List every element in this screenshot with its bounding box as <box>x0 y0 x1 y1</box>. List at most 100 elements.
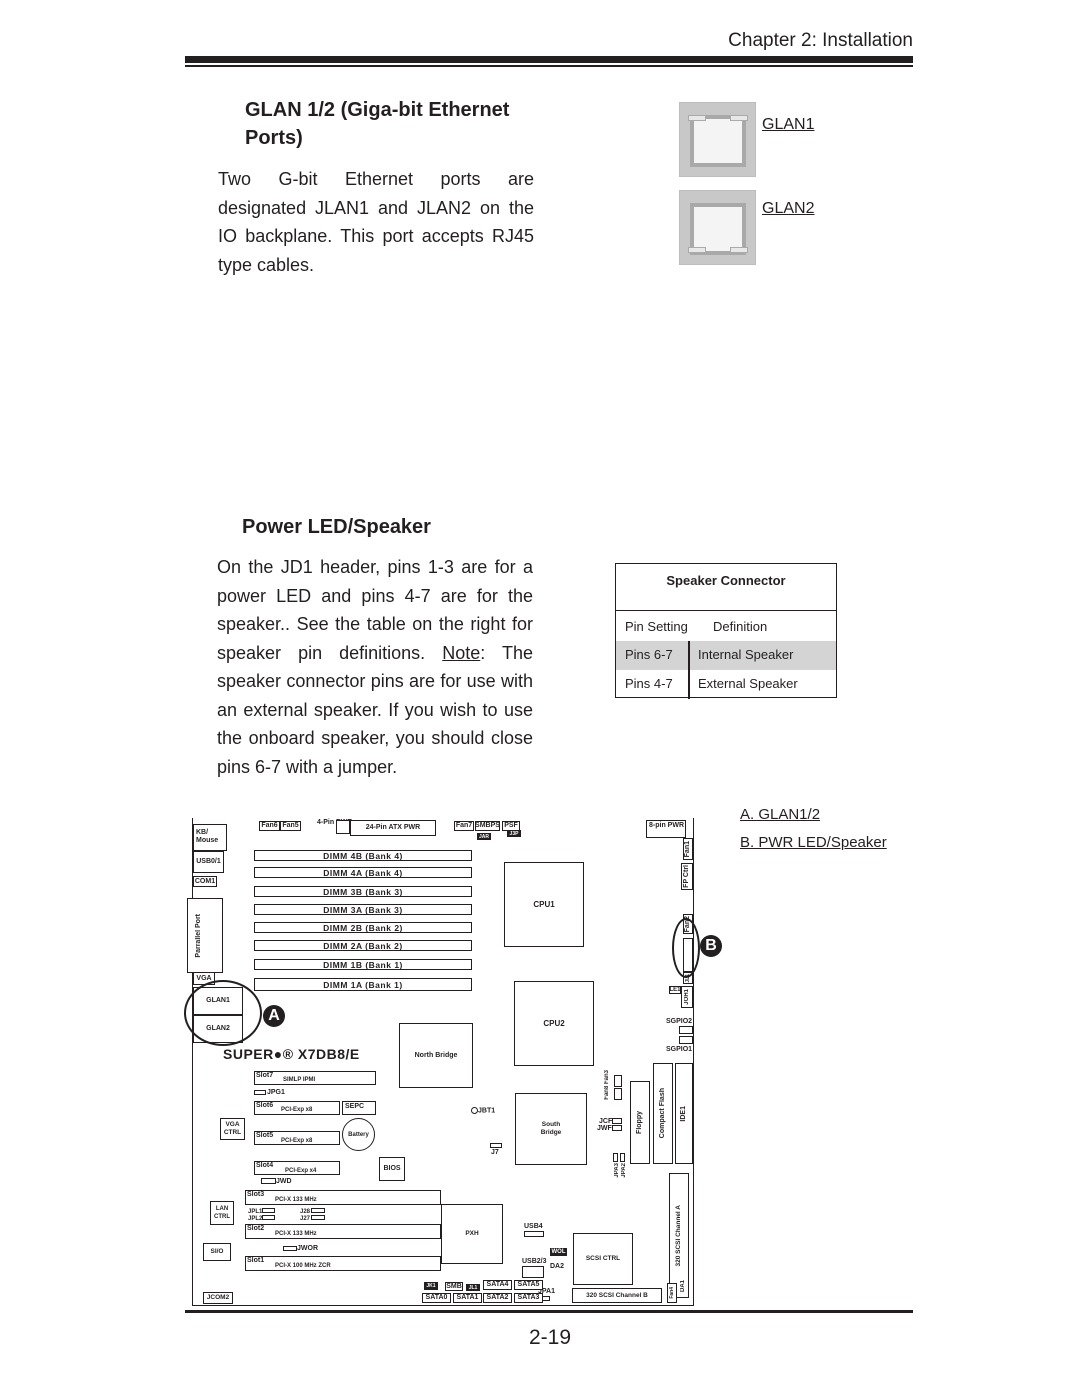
glan1-label: GLAN1 <box>762 116 815 133</box>
sata0-port: SATA0 <box>422 1293 451 1303</box>
power-section-body: On the JD1 header, pins 1-3 are for a po… <box>217 553 533 781</box>
table-header-row: Pin Setting Definition <box>616 611 836 640</box>
power-section-heading: Power LED/Speaker <box>242 516 431 538</box>
jpl2-jumper <box>262 1215 275 1220</box>
fan1-header: Fan1 <box>683 838 693 860</box>
header-pin-setting: Pin Setting <box>625 619 688 634</box>
fan8-fan3-label: Fan8 Fan3 <box>604 1070 610 1100</box>
jcom2-header: JCOM2 <box>203 1292 233 1304</box>
fan7-header: Fan7 <box>454 821 474 831</box>
j27-label: J27 <box>300 1216 311 1222</box>
scsi-channel-b-connector: 320 SCSI Channel B <box>572 1288 662 1303</box>
le1-led: LE1 <box>669 986 681 994</box>
pci-slot-6: Slot6 PCI-Exp x8 <box>254 1101 340 1115</box>
j3p-jumper: J3P <box>507 830 521 837</box>
jpa2-jumper <box>620 1153 625 1162</box>
glan2-label: GLAN2 <box>762 200 815 217</box>
smb-header: SMB <box>445 1282 463 1291</box>
sata5-port: SATA5 <box>514 1280 543 1290</box>
table-row: Pins 6-7 Internal Speaker <box>616 641 836 670</box>
jbt1-label: JBT1 <box>471 1107 495 1115</box>
south-bridge-chip: South Bridge <box>515 1093 587 1165</box>
sgpio1-header <box>679 1036 693 1044</box>
jar-jumper: JAR <box>477 833 491 840</box>
chapter-title: Chapter 2: Installation <box>728 30 913 51</box>
jpl1-jumper <box>262 1208 275 1213</box>
jk1-jumper: JK1 <box>424 1282 438 1290</box>
vga-ctrl-chip: VGA CTRL <box>220 1118 245 1140</box>
dimm-slot: DIMM 4A (Bank 4) <box>254 867 472 878</box>
sata3-port: SATA3 <box>514 1293 543 1303</box>
jwor-jumper <box>283 1246 297 1251</box>
sgpio2-label: SGPIO2 <box>666 1018 693 1025</box>
da2-label: DA2 <box>550 1263 565 1270</box>
rj45-port-icon <box>679 102 756 177</box>
dimm-slot: DIMM 1A (Bank 1) <box>254 978 472 991</box>
jpa3-jumper <box>613 1153 618 1162</box>
bios-chip: BIOS <box>379 1157 405 1181</box>
smbps-header: SMBPS <box>475 821 500 831</box>
jpg1-jumper <box>254 1090 266 1095</box>
com1-port: COM1 <box>193 876 217 887</box>
legend-item-b: B. PWR LED/Speaker <box>740 834 887 851</box>
scsi-ctrl-chip: SCSI CTRL <box>573 1233 633 1285</box>
legend-item-a: A. GLAN1/2 <box>740 806 821 823</box>
usb4-label: USB4 <box>524 1223 543 1230</box>
dimm-slot: DIMM 3B (Bank 3) <box>254 886 472 897</box>
jwf1-jumper <box>612 1125 622 1131</box>
usb01-port: USB0/1 <box>193 851 224 873</box>
dimm-slot: DIMM 2B (Bank 2) <box>254 922 472 933</box>
page-number: 2-19 <box>528 1326 572 1349</box>
lan-ctrl-chip: LAN CTRL <box>210 1201 234 1225</box>
header-rule <box>185 56 913 63</box>
da1-label: DA1 <box>680 1280 686 1293</box>
header-definition: Definition <box>713 619 768 634</box>
sio-chip: SI/O <box>203 1243 231 1261</box>
usb4-header <box>524 1231 544 1237</box>
callout-b-highlight <box>672 918 700 978</box>
fan4-header: Fan4 <box>667 1283 677 1303</box>
sepc-header: SEPC <box>342 1101 376 1115</box>
fan5-header: Fan5 <box>280 821 301 831</box>
j7-jumper <box>490 1143 502 1148</box>
dimm-slot: DIMM 1B (Bank 1) <box>254 959 472 970</box>
glan-heading-line1: GLAN 1/2 (Giga-bit Ethernet <box>245 99 510 121</box>
fan8-header <box>614 1088 622 1100</box>
jpl2-label: JPL2 <box>248 1216 263 1222</box>
usb23-label: USB2/3 <box>522 1258 547 1265</box>
header-rule-thin <box>185 65 913 67</box>
ide1-connector: IDE1 <box>675 1063 693 1164</box>
joh1-header: JOH1 <box>681 986 693 1008</box>
parallel-port: Parrallel Port <box>187 898 223 973</box>
jcf1-jumper <box>612 1118 622 1124</box>
pwr8-connector: 8-pin PWR <box>646 820 686 838</box>
pci-slot-1: Slot1 PCI-X 100 MHz ZCR <box>245 1256 441 1271</box>
jpa2-label: JPA2 <box>621 1163 627 1178</box>
glan-heading-line2: Ports) <box>245 127 303 149</box>
floppy-connector: Floppy <box>630 1081 650 1164</box>
cpu1-socket: CPU1 <box>504 862 584 947</box>
table-title: Speaker Connector <box>616 564 836 611</box>
callout-b-badge: B <box>700 935 722 957</box>
wol-header: WOL <box>550 1248 567 1256</box>
pci-slot-5: Slot5 PCI-Exp x8 <box>254 1131 340 1145</box>
definition-cell: Internal Speaker <box>698 647 794 662</box>
footer-rule <box>185 1310 913 1313</box>
sgpio2-header <box>679 1026 693 1034</box>
jwd-label: JWD <box>276 1178 292 1185</box>
note-label: Note <box>442 642 481 663</box>
jwor-label: JWOR <box>297 1245 318 1252</box>
callout-a-highlight <box>184 980 262 1046</box>
table-row: Pins 4-7 External Speaker <box>616 670 836 699</box>
sata2-port: SATA2 <box>483 1293 512 1303</box>
dimm-slot: DIMM 4B (Bank 4) <box>254 850 472 861</box>
pci-slot-3: Slot3 PCI-X 133 MHz <box>245 1190 441 1205</box>
north-bridge-chip: North Bridge <box>399 1023 473 1088</box>
pci-slot-4: Slot4 PCI-Exp x4 <box>254 1161 340 1175</box>
pins-cell: Pins 4-7 <box>625 676 673 691</box>
fp-ctrl-header: FP Ctrl <box>681 863 693 890</box>
jpg1-label: JPG1 <box>267 1089 285 1096</box>
pci-slot-7: Slot7 SIMLP IPMI <box>254 1071 376 1085</box>
speaker-connector-table: Speaker Connector Pin Setting Definition… <box>615 563 837 699</box>
sgpio1-label: SGPIO1 <box>666 1046 693 1053</box>
